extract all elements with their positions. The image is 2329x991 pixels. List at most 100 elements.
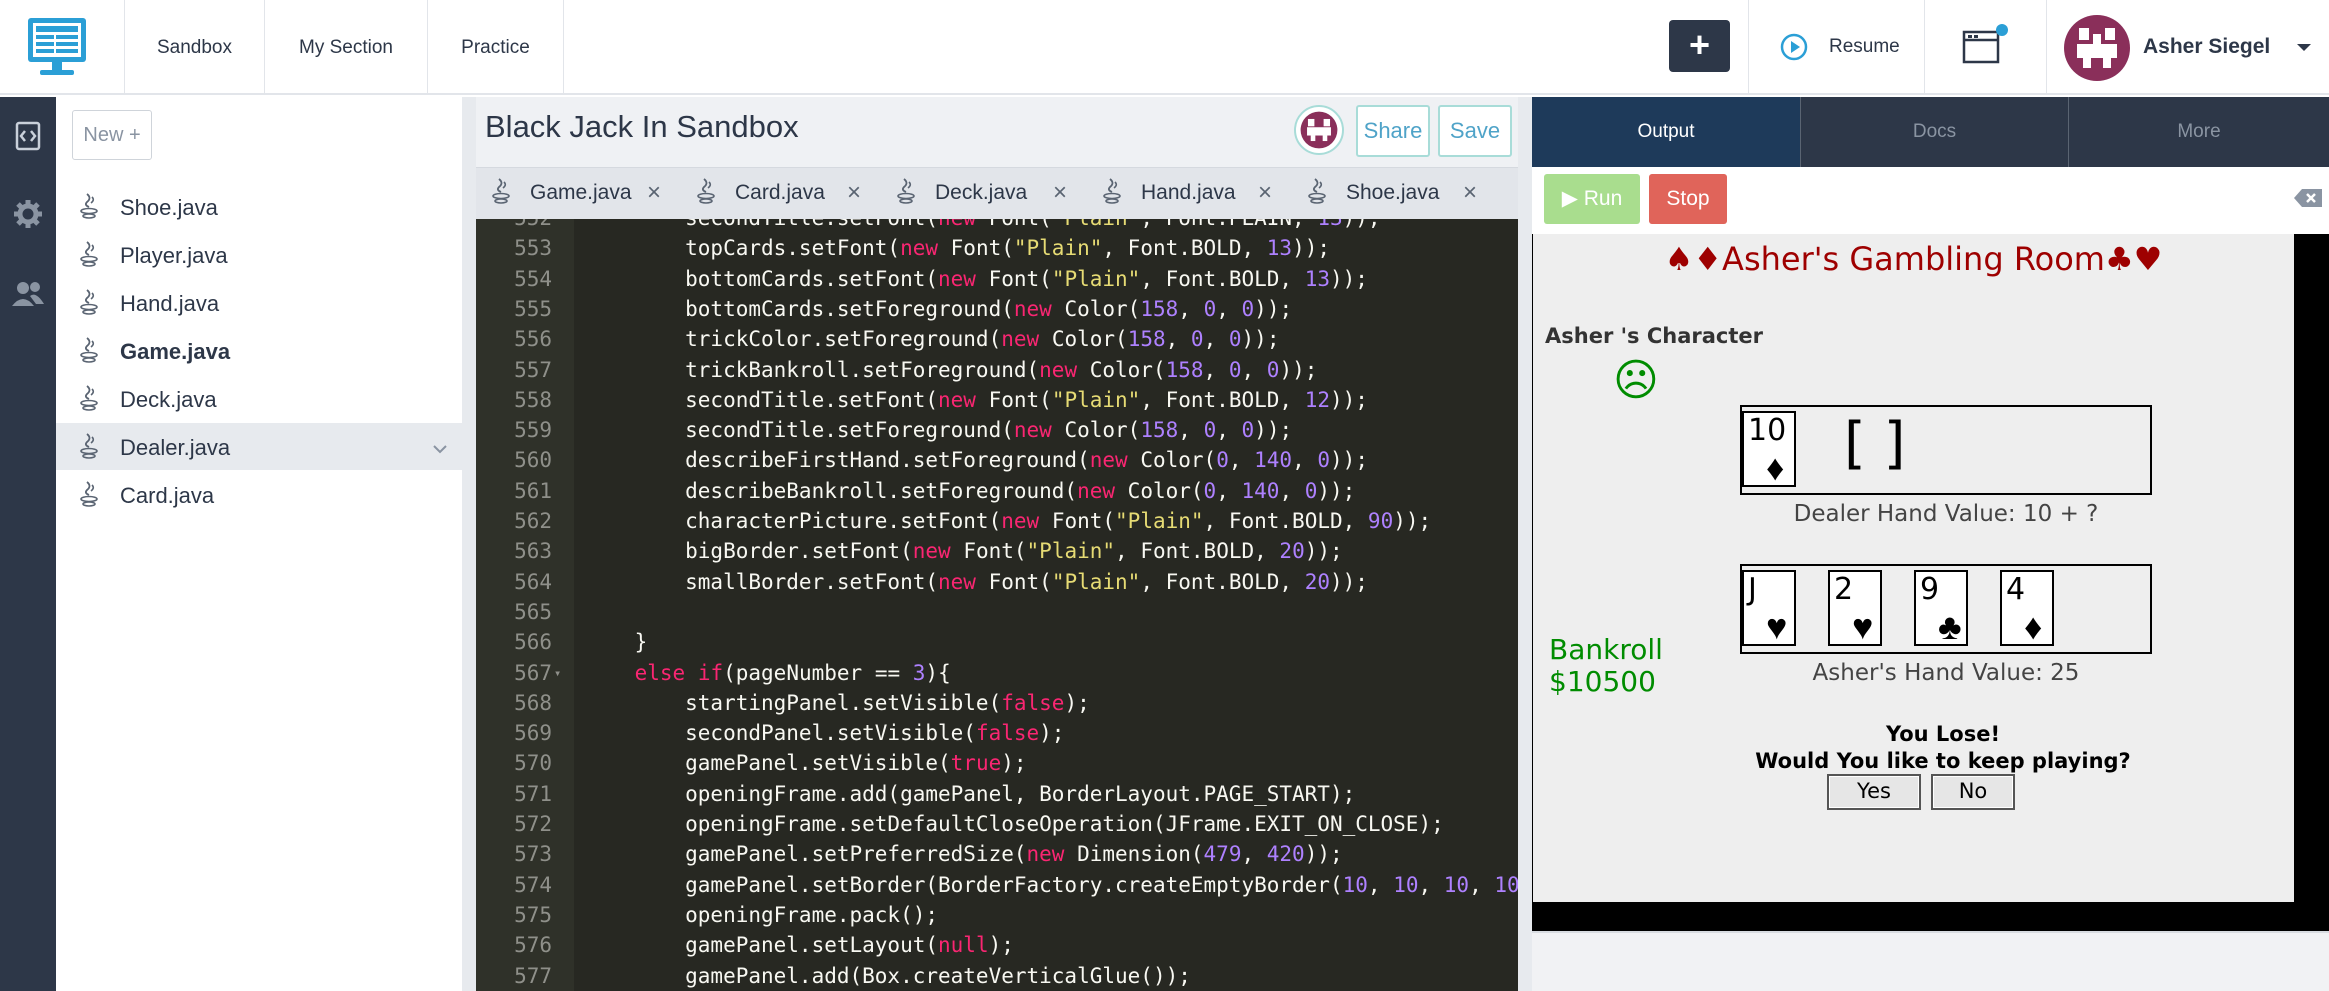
tab-docs[interactable]: Docs (1800, 97, 2068, 167)
chevron-down-icon[interactable] (432, 441, 448, 459)
tab-file[interactable]: Game.java × (476, 168, 681, 220)
user-menu[interactable]: Asher Siegel (2047, 0, 2329, 95)
tab-output[interactable]: Output (1532, 97, 1800, 167)
browser-window-icon (1962, 24, 2008, 64)
editor-splitter[interactable] (1518, 97, 1532, 991)
file-tabs: Game.java × Card.java × Deck.java × Hand.java ×… (476, 167, 1518, 219)
console-area[interactable] (1532, 931, 2329, 991)
line-number: 564 (514, 569, 552, 594)
code-text: gamePanel.setBorder(BorderFactory.create… (584, 872, 1518, 897)
nav-sandbox[interactable]: Sandbox (125, 0, 265, 95)
code-line: 555 bottomCards.setForeground(new Color(… (476, 294, 1518, 324)
code-line: 560 describeFirstHand.setForeground(new … (476, 445, 1518, 475)
file-name: Card.java (120, 483, 215, 508)
file-item[interactable]: Dealer.java (56, 423, 462, 470)
code-line: 571 openingFrame.add(gamePanel, BorderLa… (476, 779, 1518, 809)
code-text: bottomCards.setForeground(new Color(158,… (584, 296, 1293, 321)
tab-file[interactable]: Card.java × (681, 168, 881, 220)
line-number: 557 (514, 357, 552, 382)
playing-card: 4 ♦ (2000, 570, 2054, 647)
file-item[interactable]: Hand.java (56, 279, 462, 326)
new-file-button[interactable]: New + (72, 110, 152, 160)
file-item[interactable]: Game.java (56, 327, 462, 374)
panel-splitter[interactable] (462, 97, 476, 991)
close-icon[interactable]: × (647, 179, 661, 207)
file-name: Dealer.java (120, 435, 231, 460)
no-button[interactable]: No (1931, 774, 2015, 810)
close-icon[interactable]: × (1258, 179, 1272, 207)
code-line: 575 openingFrame.pack(); (476, 900, 1518, 930)
line-number: 561 (514, 478, 552, 503)
editor-header: Black Jack In Sandbox Share Save (476, 97, 1518, 167)
code-line: 561 describeBankroll.setForeground(new C… (476, 476, 1518, 506)
code-line: 569 secondPanel.setVisible(false); (476, 718, 1518, 748)
code-text: else if(pageNumber == 3){ (634, 660, 951, 685)
code-line: 563 bigBorder.setFont(new Font("Plain", … (476, 536, 1518, 566)
collaborator-avatar (1294, 105, 1344, 155)
java-file-icon (78, 191, 100, 224)
stop-button[interactable]: Stop (1649, 174, 1727, 224)
nav-practice[interactable]: Practice (428, 0, 564, 95)
result-line-1: You Lose! (1885, 722, 2001, 746)
java-file-icon (78, 479, 100, 512)
avatar (2064, 15, 2130, 81)
line-number: 553 (514, 236, 552, 261)
result-line-2: Would You like to keep playing? (1755, 749, 2131, 773)
code-icon[interactable] (8, 115, 48, 155)
close-icon[interactable]: × (1053, 179, 1067, 207)
users-icon[interactable] (8, 274, 48, 314)
code-line: 559 secondTitle.setForeground(new Color(… (476, 415, 1518, 445)
file-name: Deck.java (120, 387, 217, 412)
create-button[interactable]: + (1669, 20, 1730, 72)
file-item[interactable]: Card.java (56, 471, 462, 518)
player-hand: J ♥ 2 ♥ 9 ♣ 4 ♦ (1740, 564, 2152, 654)
gear-icon[interactable] (8, 194, 48, 234)
line-number: 570 (514, 751, 552, 776)
code-text: gamePanel.setLayout(null); (584, 933, 1014, 958)
run-button[interactable]: ▶ Run (1544, 174, 1640, 224)
file-item[interactable]: Player.java (56, 231, 462, 278)
line-number: 560 (514, 448, 552, 473)
nav-my-section[interactable]: My Section (265, 0, 428, 95)
code-line: 566 } (476, 627, 1518, 657)
line-number: 556 (514, 327, 552, 352)
code-text: secondPanel.setVisible(false); (584, 721, 1065, 746)
dealer-hand-value: Dealer Hand Value: 10 + ? (1793, 501, 2099, 527)
close-icon[interactable]: × (847, 179, 861, 207)
line-number: 567 (514, 660, 552, 685)
card-rank: 4 (2006, 572, 2026, 607)
tab-more[interactable]: More (2068, 97, 2329, 167)
logo-icon (28, 18, 86, 75)
resume-button[interactable]: Resume (1748, 0, 1925, 95)
app-logo[interactable] (0, 0, 125, 95)
java-file-icon (78, 431, 100, 464)
code-area[interactable]: 552 secondTitle.setFont(new Font("Plain"… (476, 219, 1518, 991)
browser-window-button[interactable] (1925, 0, 2047, 95)
code-line: 573 gamePanel.setPreferredSize(new Dimen… (476, 839, 1518, 869)
java-file-icon (78, 287, 100, 320)
file-item[interactable]: Shoe.java (56, 183, 462, 230)
fold-arrow-icon[interactable]: ▾ (554, 658, 561, 688)
code-text: bottomCards.setFont(new Font("Plain", Fo… (584, 266, 1368, 291)
file-item[interactable]: Deck.java (56, 375, 462, 422)
tab-file[interactable]: Hand.java × (1087, 168, 1292, 220)
save-button[interactable]: Save (1438, 105, 1512, 157)
code-line: 572 openingFrame.setDefaultCloseOperatio… (476, 809, 1518, 839)
code-text: secondTitle.setFont(new Font("Plain", Fo… (584, 387, 1368, 412)
resume-label: Resume (1829, 36, 1900, 57)
close-icon[interactable]: × (1463, 179, 1477, 207)
line-number: 566 (514, 630, 552, 655)
character-label: Asher 's Character (1545, 324, 1763, 348)
yes-button[interactable]: Yes (1827, 774, 1921, 810)
result-message: You Lose! Would You like to keep playing… (1733, 721, 2153, 775)
bankroll-label: Bankroll (1549, 633, 1663, 666)
tab-file[interactable]: Shoe.java × (1292, 168, 1497, 220)
line-number: 574 (514, 872, 552, 897)
tab-file[interactable]: Deck.java × (881, 168, 1087, 220)
clear-output-icon[interactable] (2292, 187, 2324, 209)
playing-card: 10 ♦ (1742, 411, 1796, 488)
code-text: gamePanel.add(Box.createVerticalGlue()); (584, 963, 1191, 988)
share-button[interactable]: Share (1356, 105, 1430, 157)
code-text: secondTitle.setFont(new Font("Plain", Fo… (584, 219, 1380, 233)
code-text: trickBankroll.setForeground(new Color(15… (584, 357, 1318, 382)
